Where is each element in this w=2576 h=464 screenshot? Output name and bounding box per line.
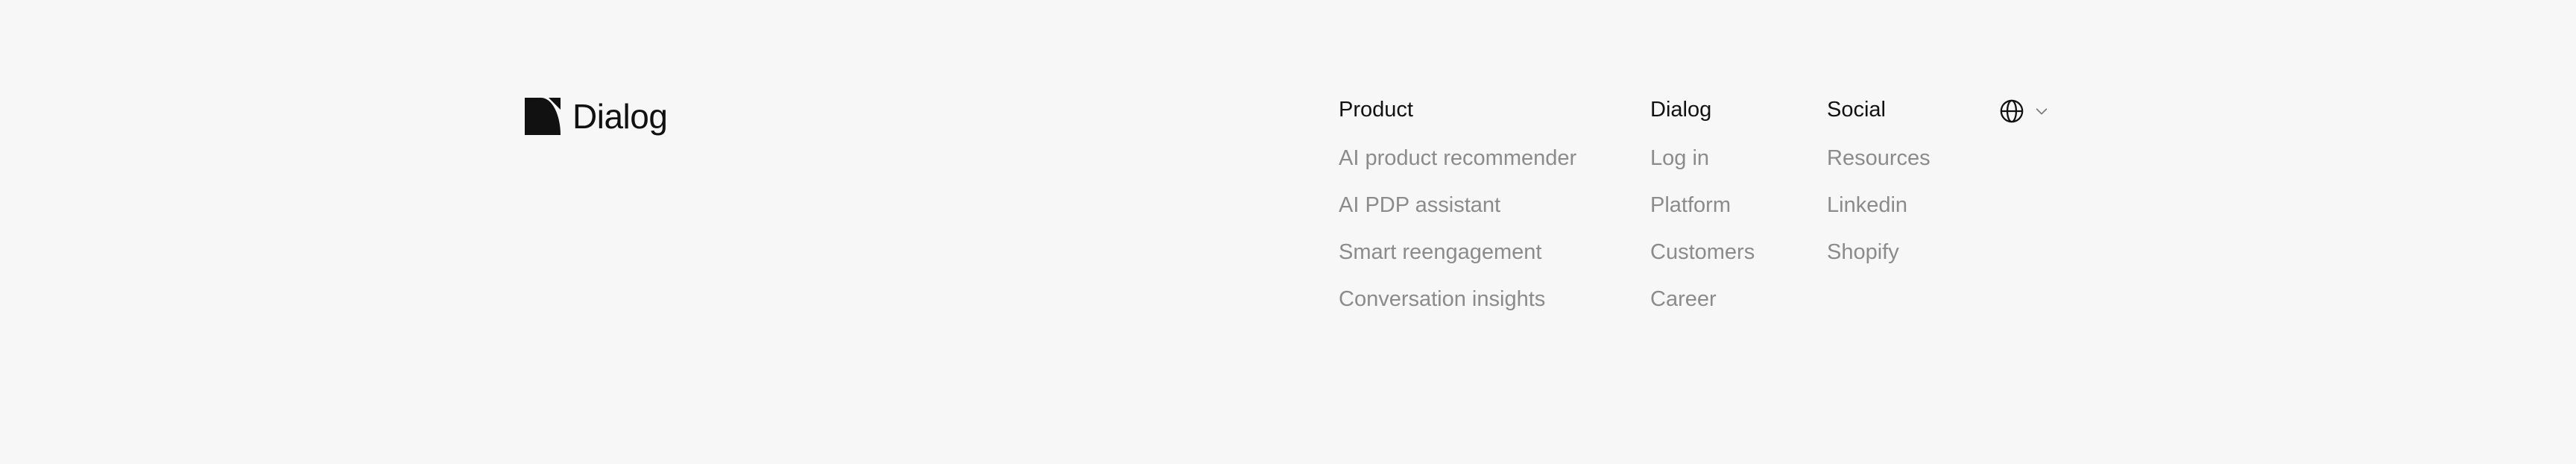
list-item: AI product recommender — [1339, 144, 1576, 172]
list-item: Conversation insights — [1339, 285, 1576, 313]
link-career[interactable]: Career — [1650, 285, 1717, 313]
column-title-product: Product — [1339, 98, 1413, 122]
link-linkedin[interactable]: Linkedin — [1827, 191, 1907, 219]
column-title-social: Social — [1827, 98, 1886, 122]
link-list-social: Resources Linkedin Shopify — [1827, 144, 1931, 266]
globe-icon — [2000, 99, 2024, 123]
list-item: Career — [1650, 285, 1755, 313]
link-list-dialog: Log in Platform Customers Career — [1650, 144, 1755, 313]
list-item: Log in — [1650, 144, 1755, 172]
chevron-down-icon — [2036, 108, 2048, 115]
site-footer: Dialog Product AI product recommender AI… — [0, 0, 2576, 464]
link-list-product: AI product recommender AI PDP assistant … — [1339, 144, 1576, 313]
footer-column-product: Product AI product recommender AI PDP as… — [1339, 95, 1576, 332]
link-resources[interactable]: Resources — [1827, 144, 1931, 172]
link-conversation-insights[interactable]: Conversation insights — [1339, 285, 1545, 313]
list-item: Customers — [1650, 238, 1755, 266]
list-item: Linkedin — [1827, 191, 1931, 219]
link-shopify[interactable]: Shopify — [1827, 238, 1899, 266]
list-item: Resources — [1827, 144, 1931, 172]
brand-logo-link[interactable]: Dialog — [525, 97, 668, 136]
dialog-logo-icon — [525, 98, 561, 135]
language-selector[interactable] — [1999, 97, 2050, 125]
link-ai-product-recommender[interactable]: AI product recommender — [1339, 144, 1576, 172]
list-item: Platform — [1650, 191, 1755, 219]
link-platform[interactable]: Platform — [1650, 191, 1731, 219]
footer-column-social: Social Resources Linkedin Shopify — [1827, 95, 1931, 285]
link-customers[interactable]: Customers — [1650, 238, 1755, 266]
footer-column-dialog: Dialog Log in Platform Customers Career — [1650, 95, 1755, 332]
column-title-dialog: Dialog — [1650, 98, 1712, 122]
list-item: Smart reengagement — [1339, 238, 1576, 266]
link-smart-reengagement[interactable]: Smart reengagement — [1339, 238, 1541, 266]
brand-name: Dialog — [572, 97, 668, 136]
link-log-in[interactable]: Log in — [1650, 144, 1709, 172]
link-ai-pdp-assistant[interactable]: AI PDP assistant — [1339, 191, 1500, 219]
list-item: AI PDP assistant — [1339, 191, 1576, 219]
list-item: Shopify — [1827, 238, 1931, 266]
